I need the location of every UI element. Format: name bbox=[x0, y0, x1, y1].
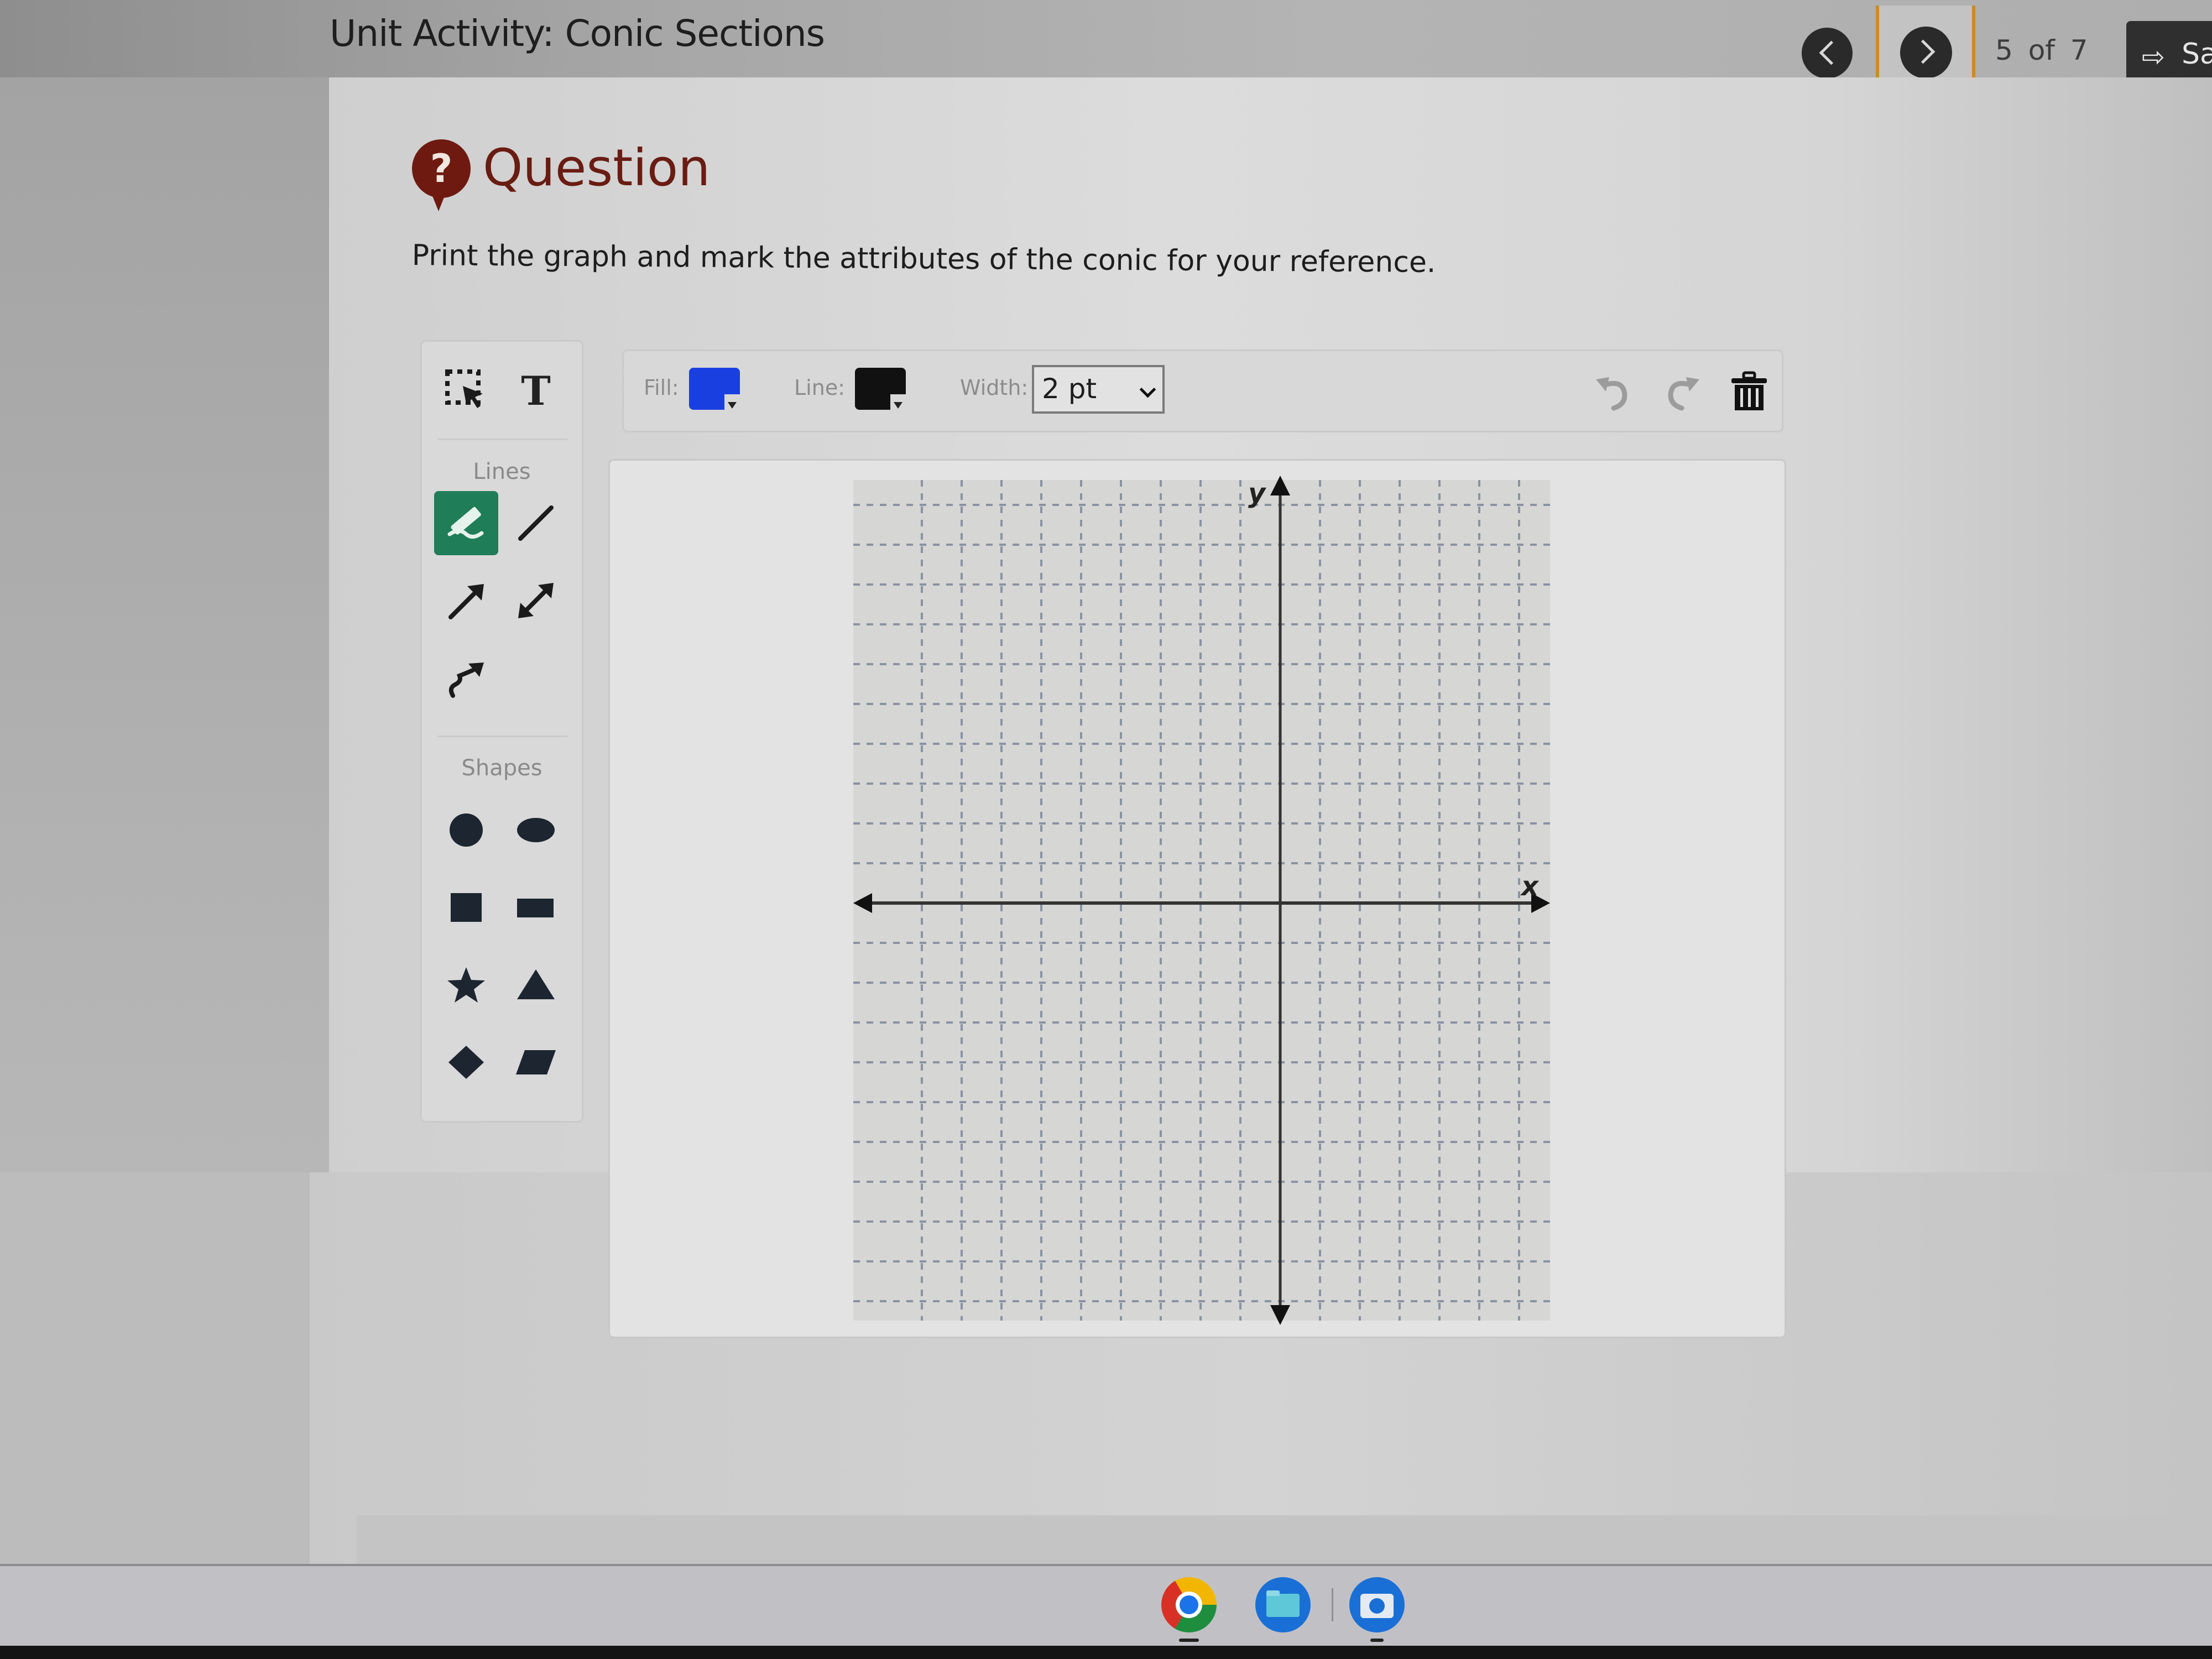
parallelogram-tool-button[interactable] bbox=[504, 1030, 568, 1094]
chrome-running-indicator bbox=[1179, 1639, 1199, 1642]
grid-lines bbox=[853, 480, 1550, 1321]
line-tool-button[interactable] bbox=[504, 491, 568, 555]
folder-tab bbox=[1266, 1590, 1280, 1596]
fill-color-picker[interactable] bbox=[689, 368, 740, 410]
arrow-icon bbox=[448, 584, 484, 619]
star-icon bbox=[447, 967, 485, 1003]
rectangle-icon bbox=[517, 899, 554, 917]
folder-icon[interactable] bbox=[1255, 1577, 1311, 1632]
triangle-icon bbox=[517, 969, 555, 999]
chrome-icon[interactable] bbox=[1161, 1577, 1217, 1632]
square-tool-button[interactable] bbox=[434, 875, 498, 940]
double-arrow-icon bbox=[518, 583, 554, 618]
drawing-canvas[interactable]: yx bbox=[608, 459, 1786, 1338]
folder-glyph bbox=[1266, 1594, 1300, 1617]
dropdown-caret-icon bbox=[894, 402, 902, 409]
dropdown-caret-icon bbox=[728, 402, 737, 409]
screen-bezel bbox=[0, 1646, 2212, 1659]
chevron-right-icon bbox=[1911, 39, 1936, 64]
left-gutter-lower bbox=[0, 1172, 310, 1565]
top-header-bar: Unit Activity: Conic Sections 5 of 7 ⇨ S… bbox=[0, 0, 2212, 100]
x-axis-label: x bbox=[1520, 871, 1540, 902]
trash-icon bbox=[1731, 371, 1767, 410]
circle-tool-button[interactable] bbox=[434, 798, 498, 862]
chevron-left-icon bbox=[1819, 40, 1844, 65]
palette-divider bbox=[437, 439, 567, 440]
shelf-divider bbox=[1332, 1588, 1333, 1621]
undo-button[interactable] bbox=[1583, 361, 1644, 422]
undo-icon bbox=[1596, 377, 1627, 411]
chrome-icon-center bbox=[1180, 1595, 1198, 1614]
fill-label: Fill: bbox=[644, 375, 679, 400]
text-icon: T bbox=[521, 367, 551, 414]
pencil-icon bbox=[447, 507, 484, 539]
page-indicator: 5 of 7 bbox=[1995, 34, 2088, 66]
triangle-tool-button[interactable] bbox=[504, 953, 568, 1017]
delete-button[interactable] bbox=[1719, 361, 1780, 422]
square-icon bbox=[451, 893, 482, 922]
text-tool-button[interactable]: T bbox=[504, 358, 568, 422]
next-page-button[interactable] bbox=[1900, 27, 1952, 79]
parallelogram-icon bbox=[516, 1050, 556, 1074]
camera-running-indicator bbox=[1370, 1639, 1384, 1642]
ray-tool-button[interactable] bbox=[434, 568, 498, 633]
chevron-down-icon bbox=[1139, 381, 1156, 398]
width-label: Width: bbox=[960, 375, 1029, 400]
diamond-icon bbox=[448, 1046, 484, 1079]
select-tool-button[interactable] bbox=[434, 358, 498, 422]
redo-icon bbox=[1668, 377, 1699, 411]
double-arrow-tool-button[interactable] bbox=[504, 568, 568, 633]
previous-page-button[interactable] bbox=[1802, 28, 1853, 79]
diamond-tool-button[interactable] bbox=[434, 1030, 498, 1094]
sign-out-icon: ⇨ bbox=[2142, 41, 2165, 73]
ellipse-icon bbox=[517, 818, 555, 842]
page-title: Unit Activity: Conic Sections bbox=[330, 12, 825, 55]
star-tool-button[interactable] bbox=[434, 953, 498, 1017]
line-label: Line: bbox=[794, 375, 845, 400]
line-width-select[interactable]: 2 pt bbox=[1032, 365, 1165, 414]
camera-icon[interactable] bbox=[1349, 1577, 1405, 1632]
camera-lens bbox=[1369, 1598, 1385, 1614]
y-axis-label: y bbox=[1248, 478, 1266, 509]
next-section-panel bbox=[357, 1515, 2212, 1565]
curved-arrow-icon bbox=[448, 662, 484, 698]
freehand-tool-button[interactable] bbox=[434, 491, 498, 555]
question-bubble-icon: ? bbox=[412, 139, 471, 211]
shapes-section-label: Shapes bbox=[461, 755, 542, 781]
coordinate-plane[interactable]: yx bbox=[610, 461, 1788, 1340]
save-button-label: Sa bbox=[2182, 38, 2212, 71]
select-marquee-icon bbox=[445, 369, 483, 408]
rectangle-tool-button[interactable] bbox=[504, 875, 568, 940]
redo-button[interactable] bbox=[1651, 361, 1712, 422]
line-icon bbox=[518, 505, 554, 541]
ellipse-tool-button[interactable] bbox=[504, 798, 568, 862]
palette-divider bbox=[437, 735, 567, 737]
circle-icon bbox=[450, 813, 483, 847]
camera-body bbox=[1360, 1594, 1394, 1618]
drawing-toolbar: Fill: Line: Width: 2 pt bbox=[622, 349, 1783, 432]
chrome-icon-ring bbox=[1176, 1592, 1202, 1618]
drawing-tool-palette: T Lines Shapes bbox=[420, 340, 583, 1123]
line-color-picker[interactable] bbox=[855, 368, 906, 410]
line-width-value: 2 pt bbox=[1042, 373, 1097, 405]
question-heading: Question bbox=[483, 138, 711, 197]
lines-section-label: Lines bbox=[473, 459, 531, 484]
os-shelf bbox=[0, 1564, 2212, 1648]
curved-arrow-tool-button[interactable] bbox=[434, 646, 498, 710]
